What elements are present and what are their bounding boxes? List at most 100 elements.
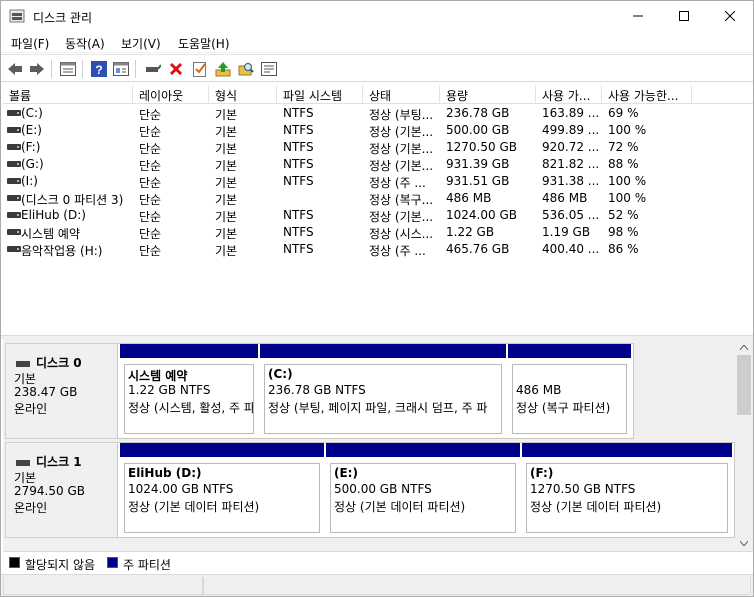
cell-percent-free: 52 %	[608, 208, 639, 222]
cell-status: 정상 (기본...	[369, 159, 434, 173]
table-row[interactable]: (디스크 0 파티션 3) 단순 기본 정상 (복구... 486 MB 486 MB 10…	[3, 190, 753, 207]
table-row[interactable]: (I:) 단순 기본 NTFS 정상 (주 ... 931.51 GB 931.38 ...…	[3, 173, 753, 190]
column-header-status[interactable]: 상태	[363, 85, 440, 104]
rescan-icon	[261, 62, 277, 76]
partition-info: 시스템 예약 1.22 GB NTFS 정상 (시스템, 활성, 주 파	[124, 364, 254, 434]
cell-type: 기본	[215, 159, 238, 173]
close-button[interactable]	[707, 1, 753, 31]
partition-d[interactable]: EliHub (D:) 1024.00 GB NTFS 정상 (기본 데이터 파…	[120, 443, 324, 537]
volume-icon	[7, 161, 21, 167]
disk-1-label[interactable]: 디스크 1 기본 2794.50 GB 온라인	[5, 442, 117, 538]
cell-free-space: 1.19 GB	[542, 225, 591, 239]
check-properties-button[interactable]	[190, 59, 210, 79]
partition-recovery[interactable]: 486 MB 정상 (복구 파티션)	[508, 344, 631, 438]
cell-capacity: 931.51 GB	[446, 174, 510, 188]
scroll-up-button[interactable]	[735, 339, 753, 355]
table-row[interactable]: (G:) 단순 기본 NTFS 정상 (기본... 931.39 GB 821.82 ...…	[3, 156, 753, 173]
cell-filesystem: NTFS	[283, 106, 314, 120]
cell-filesystem: NTFS	[283, 208, 314, 222]
cell-capacity: 465.76 GB	[446, 242, 510, 256]
cell-volume: (디스크 0 파티션 3)	[21, 193, 124, 207]
table-row[interactable]: 음악작업용 (H:) 단순 기본 NTFS 정상 (주 ... 465.76 GB 400.…	[3, 241, 753, 258]
maximize-button[interactable]	[661, 1, 707, 31]
disk-0-label[interactable]: 디스크 0 기본 238.47 GB 온라인	[5, 343, 117, 439]
partition-status: 정상 (기본 데이터 파티션)	[530, 500, 662, 514]
help-button[interactable]: ?	[89, 59, 109, 79]
cell-capacity: 1270.50 GB	[446, 140, 517, 154]
back-button[interactable]	[5, 59, 25, 79]
column-header-filesystem[interactable]: 파일 시스템	[277, 85, 363, 104]
chevron-up-icon	[740, 344, 748, 350]
cell-layout: 단순	[139, 176, 162, 190]
disk-pane-scrollbar[interactable]	[735, 339, 753, 551]
scroll-down-button[interactable]	[735, 535, 753, 551]
cell-filesystem: NTFS	[283, 157, 314, 171]
toolbar-separator	[51, 60, 52, 78]
minimize-button[interactable]	[615, 1, 661, 31]
primary-partition-bar	[326, 443, 520, 457]
table-row[interactable]: EliHub (D:) 단순 기본 NTFS 정상 (기본... 1024.00 GB 53…	[3, 207, 753, 224]
cell-volume: (F:)	[21, 140, 41, 154]
connect-drive-button[interactable]	[143, 59, 163, 79]
column-header-volume[interactable]: 볼륨	[3, 85, 133, 104]
cell-layout: 단순	[139, 227, 162, 241]
import-up-button[interactable]	[213, 59, 233, 79]
status-cell	[203, 577, 751, 595]
column-header-capacity[interactable]: 용량	[440, 85, 536, 104]
menu-file[interactable]: 파일(F)	[11, 35, 49, 52]
partition-size: 486 MB	[516, 383, 562, 397]
rescan-button[interactable]	[259, 59, 279, 79]
disk-icon	[16, 360, 30, 367]
cell-capacity: 500.00 GB	[446, 123, 510, 137]
partition-f[interactable]: (F:) 1270.50 GB NTFS 정상 (기본 데이터 파티션)	[522, 443, 732, 537]
scroll-thumb[interactable]	[737, 355, 751, 415]
primary-partition-bar	[120, 443, 324, 457]
delete-button[interactable]	[166, 59, 186, 79]
table-row[interactable]: (C:) 단순 기본 NTFS 정상 (부팅... 236.78 GB 163.89 ...…	[3, 105, 753, 122]
partition-size: 500.00 GB NTFS	[334, 482, 432, 496]
cell-status: 정상 (주 ...	[369, 176, 426, 190]
partition-status: 정상 (기본 데이터 파티션)	[334, 500, 466, 514]
disk-0-name: 디스크 0	[16, 354, 82, 371]
partition-status: 정상 (복구 파티션)	[516, 401, 611, 415]
column-header-percent-free[interactable]: 사용 가능한...	[602, 85, 692, 104]
partition-size: 1024.00 GB NTFS	[128, 482, 234, 496]
cell-volume: (E:)	[21, 123, 42, 137]
cell-percent-free: 72 %	[608, 140, 639, 154]
menu-help[interactable]: 도움말(H)	[178, 35, 230, 52]
table-row[interactable]: (E:) 단순 기본 NTFS 정상 (기본... 500.00 GB 499.89 ...…	[3, 122, 753, 139]
partition-name	[516, 367, 626, 383]
volume-list: 볼륨 레이아웃 형식 파일 시스템 상태 용량 사용 가... 사용 가능한..…	[3, 85, 753, 335]
svg-text:?: ?	[95, 63, 102, 77]
menu-action[interactable]: 동작(A)	[65, 35, 105, 52]
partition-info: (E:) 500.00 GB NTFS 정상 (기본 데이터 파티션)	[330, 463, 516, 533]
menu-view[interactable]: 보기(V)	[121, 35, 161, 52]
toolbar-separator	[135, 60, 136, 78]
column-header-layout[interactable]: 레이아웃	[133, 85, 209, 104]
partition-c[interactable]: (C:) 236.78 GB NTFS 정상 (부팅, 페이지 파일, 크래시 …	[260, 344, 506, 438]
disk-management-app-icon	[9, 9, 25, 23]
search-folder-button[interactable]	[236, 59, 256, 79]
cell-free-space: 920.72 ...	[542, 140, 600, 154]
column-header-type[interactable]: 형식	[209, 85, 277, 104]
partition-e[interactable]: (E:) 500.00 GB NTFS 정상 (기본 데이터 파티션)	[326, 443, 520, 537]
cell-percent-free: 100 %	[608, 191, 647, 205]
disk-0-size: 238.47 GB	[14, 385, 78, 399]
table-row[interactable]: (F:) 단순 기본 NTFS 정상 (기본... 1270.50 GB 920.72 ..…	[3, 139, 753, 156]
partition-system-reserved[interactable]: 시스템 예약 1.22 GB NTFS 정상 (시스템, 활성, 주 파	[120, 344, 258, 438]
table-row[interactable]: 시스템 예약 단순 기본 NTFS 정상 (시스... 1.22 GB 1.19 GB 98 …	[3, 224, 753, 241]
legend-primary-swatch	[107, 557, 118, 568]
cell-status: 정상 (기본...	[369, 125, 434, 139]
cell-percent-free: 100 %	[608, 123, 647, 137]
cell-capacity: 486 MB	[446, 191, 492, 205]
column-header-free-space[interactable]: 사용 가...	[536, 85, 602, 104]
cell-percent-free: 86 %	[608, 242, 639, 256]
console-tree-button[interactable]	[111, 59, 131, 79]
cell-type: 기본	[215, 210, 238, 224]
properties-list-button[interactable]	[58, 59, 78, 79]
forward-button[interactable]	[27, 59, 47, 79]
cell-type: 기본	[215, 142, 238, 156]
volume-icon	[7, 127, 21, 133]
window-title: 디스크 관리	[33, 11, 93, 25]
cell-percent-free: 100 %	[608, 174, 647, 188]
